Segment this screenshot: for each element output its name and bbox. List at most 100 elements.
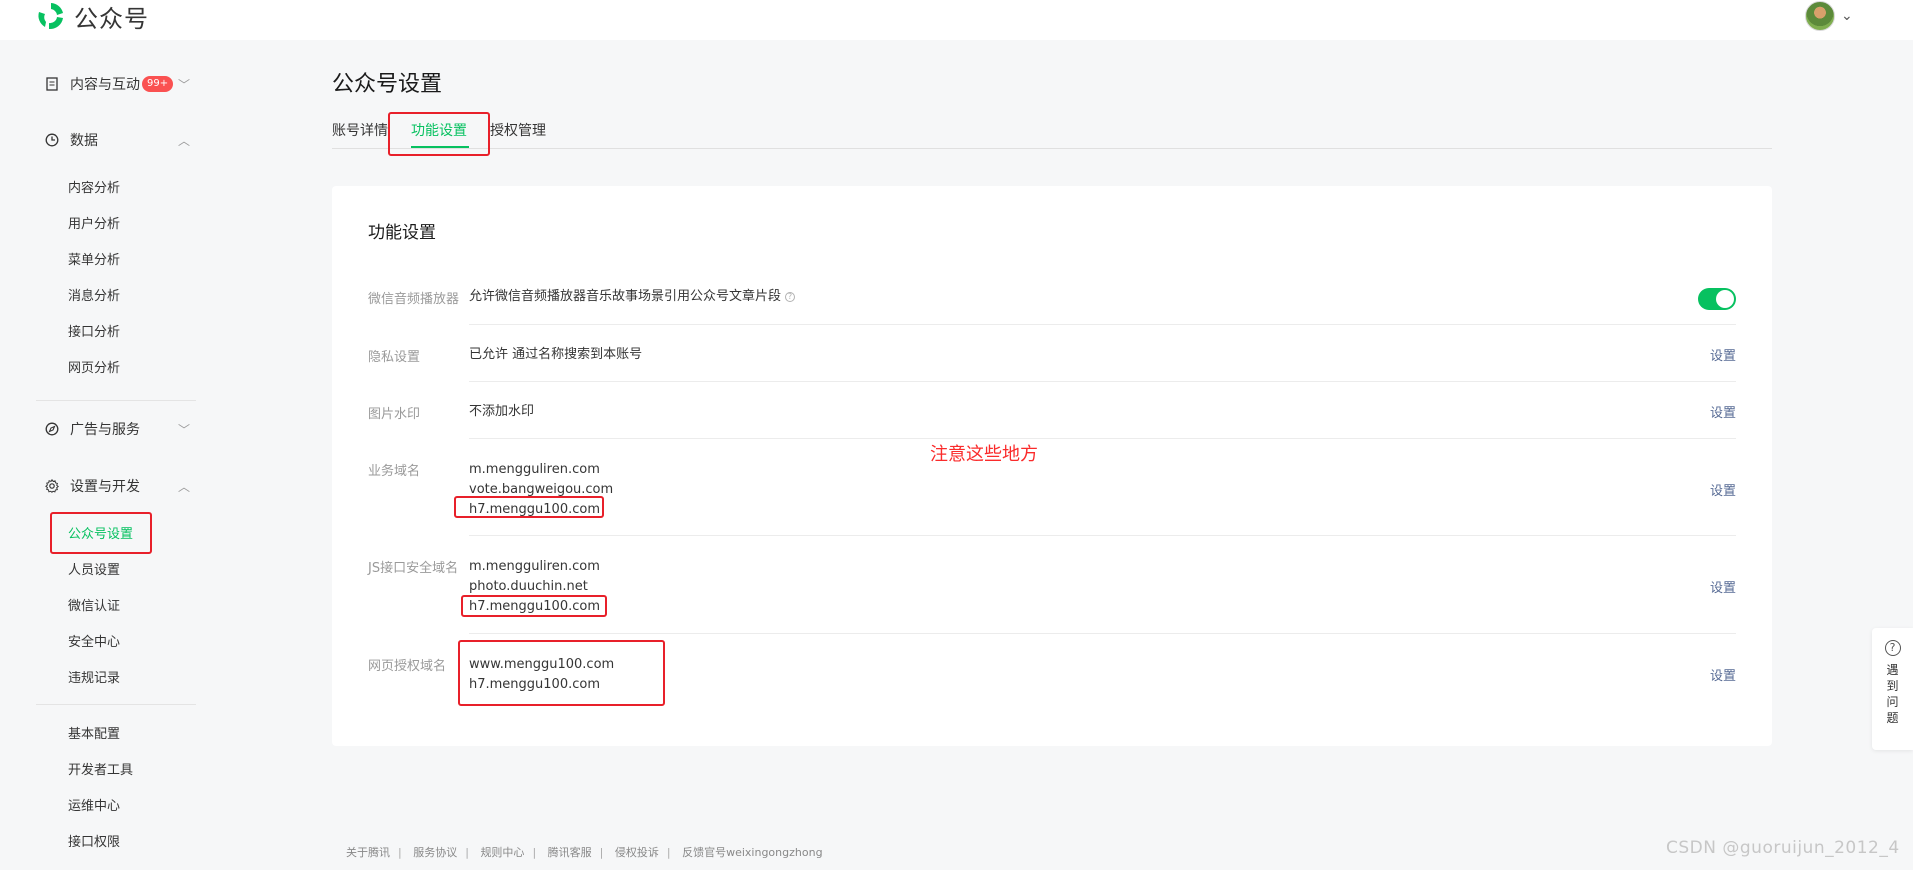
nav-group-settings: 设置与开发 ︿ 公众号设置 人员设置 微信认证 安全中心 违规记录: [36, 458, 196, 694]
row-value: 允许微信音频播放器音乐故事场景引用公众号文章片段?: [469, 287, 796, 307]
row-label: 业务域名: [368, 464, 421, 479]
sidebar-item-api-analysis[interactable]: 接口分析: [36, 312, 196, 348]
wechat-official-account-logo-icon: [37, 2, 65, 30]
annotation-box-oauth-domain: [458, 640, 665, 706]
sidebar-item-wechat-verification[interactable]: 微信认证: [36, 586, 196, 622]
sidebar-item-violation-records[interactable]: 违规记录: [36, 658, 196, 694]
footer-link-rules[interactable]: 规则中心: [480, 846, 524, 859]
chevron-up-icon: ︿: [177, 133, 190, 148]
privacy-settings-link[interactable]: 设置: [1710, 345, 1736, 364]
compass-icon: [44, 421, 60, 437]
footer-separator: |: [599, 846, 604, 859]
unread-badge: 99+: [142, 76, 174, 92]
sidebar-item-ops-center[interactable]: 运维中心: [36, 786, 196, 822]
help-float-button[interactable]: ? 遇到问题: [1872, 628, 1913, 750]
nav-label: 数据: [70, 133, 98, 149]
help-icon[interactable]: ?: [785, 292, 796, 302]
document-icon: [44, 76, 60, 92]
toggle-knob: [1716, 290, 1734, 308]
watermark-settings-link[interactable]: 设置: [1710, 402, 1736, 421]
footer-link-agreement[interactable]: 服务协议: [413, 846, 457, 859]
row-divider: [469, 535, 1736, 536]
chevron-down-icon: ﹀: [177, 422, 190, 437]
row-label: 图片水印: [368, 407, 421, 422]
tab-authorization-management[interactable]: 授权管理: [490, 120, 546, 140]
annotation-note: 注意这些地方: [930, 444, 1038, 465]
nav-group-dev: 基本配置 开发者工具 运维中心 接口权限: [36, 714, 196, 858]
domain-item: photo.duuchin.net: [469, 579, 588, 594]
footer-separator: |: [666, 846, 671, 859]
row-privacy: 隐私设置 已允许 通过名称搜索到本账号 设置: [368, 344, 1736, 368]
footer-link-about[interactable]: 关于腾讯: [346, 846, 390, 859]
sidebar-item-developer-tools[interactable]: 开发者工具: [36, 750, 196, 786]
nav-group-ads: 广告与服务 ﹀: [36, 401, 196, 457]
sidebar-item-web-analysis[interactable]: 网页分析: [36, 348, 196, 384]
chevron-down-icon: ﹀: [177, 77, 190, 92]
sidebar-item-security-center[interactable]: 安全中心: [36, 622, 196, 658]
footer-separator: |: [532, 846, 537, 859]
avatar[interactable]: [1805, 1, 1835, 31]
nav-group-content: 内容与互动 99+ ﹀: [36, 56, 196, 112]
sidebar-item-user-analysis[interactable]: 用户分析: [36, 204, 196, 240]
row-label: 隐私设置: [368, 350, 421, 365]
row-watermark: 图片水印 不添加水印 设置: [368, 401, 1736, 425]
domain-item: m.mengguliren.com: [469, 462, 600, 477]
nav-label: 广告与服务: [70, 422, 140, 438]
business-domain-settings-link[interactable]: 设置: [1710, 480, 1736, 499]
logo[interactable]: 公众号: [36, 0, 149, 33]
row-divider: [469, 633, 1736, 634]
audio-player-toggle[interactable]: [1698, 288, 1736, 310]
footer-link-feedback[interactable]: 反馈官号weixingongzhong: [682, 846, 822, 859]
help-float-label: 遇到问题: [1886, 663, 1899, 725]
row-value: 不添加水印: [469, 404, 535, 419]
footer-link-complaint[interactable]: 侵权投诉: [615, 846, 659, 859]
sidebar-item-basic-config[interactable]: 基本配置: [36, 714, 196, 750]
domain-item: m.mengguliren.com: [469, 559, 600, 574]
nav-head-content-interaction[interactable]: 内容与互动 99+ ﹀: [36, 56, 196, 112]
row-divider: [469, 324, 1736, 325]
watermark: CSDN @guoruijun_2012_4: [1666, 838, 1900, 858]
row-divider: [469, 381, 1736, 382]
nav-group-data: 数据 ︿ 内容分析 用户分析 菜单分析 消息分析 接口分析 网页分析: [36, 112, 196, 384]
chevron-down-icon[interactable]: ⌄: [1841, 8, 1853, 24]
sidebar-item-api-permissions[interactable]: 接口权限: [36, 822, 196, 858]
account-menu[interactable]: ⌄: [1805, 1, 1853, 31]
row-label: JS接口安全域名: [368, 561, 459, 576]
logo-text: 公众号: [74, 4, 149, 33]
row-divider: [469, 438, 1736, 439]
sidebar: 内容与互动 99+ ﹀ 数据 ︿ 内容分析 用户分析 菜单分析 消息分析 接口分…: [0, 40, 200, 870]
sidebar-item-menu-analysis[interactable]: 菜单分析: [36, 240, 196, 276]
tab-account-details[interactable]: 账号详情: [332, 120, 388, 140]
audio-player-description: 允许微信音频播放器音乐故事场景引用公众号文章片段: [469, 289, 782, 304]
js-domain-settings-link[interactable]: 设置: [1710, 577, 1736, 596]
row-audio-player: 微信音频播放器 允许微信音频播放器音乐故事场景引用公众号文章片段?: [368, 286, 1736, 312]
row-label: 网页授权域名: [368, 659, 447, 674]
sidebar-item-content-analysis[interactable]: 内容分析: [36, 168, 196, 204]
sidebar-item-message-analysis[interactable]: 消息分析: [36, 276, 196, 312]
footer-separator: |: [398, 846, 402, 859]
chevron-up-icon: ︿: [177, 479, 190, 494]
sidebar-item-staff-settings[interactable]: 人员设置: [36, 550, 196, 586]
tab-bar: 账号详情 功能设置 授权管理: [332, 117, 1772, 149]
annotation-box-business-domain: [454, 496, 604, 518]
footer-link-support[interactable]: 腾讯客服: [548, 846, 592, 859]
clock-icon: [44, 132, 60, 148]
top-bar: 公众号 ⌄: [0, 0, 1913, 40]
footer: 关于腾讯 | 服务协议 | 规则中心 | 腾讯客服 | 侵权投诉 | 反馈官号weixin…: [346, 844, 823, 860]
row-value: 已允许 通过名称搜索到本账号: [469, 347, 643, 362]
sidebar-divider: [36, 704, 196, 705]
nav-label: 内容与互动: [70, 77, 140, 93]
card-title: 功能设置: [368, 223, 436, 243]
nav-head-data[interactable]: 数据 ︿: [36, 112, 196, 168]
nav-head-ads-services[interactable]: 广告与服务 ﹀: [36, 401, 196, 457]
annotation-box-tab: [388, 112, 490, 156]
nav-head-settings-dev[interactable]: 设置与开发 ︿: [36, 458, 196, 514]
annotation-box-sidebar: [50, 512, 152, 554]
gear-icon: [44, 478, 60, 494]
oauth-domain-settings-link[interactable]: 设置: [1710, 665, 1736, 684]
annotation-box-js-domain: [461, 595, 607, 617]
page-title: 公众号设置: [332, 72, 443, 97]
nav-label: 设置与开发: [70, 479, 140, 495]
question-icon: ?: [1884, 640, 1901, 656]
footer-separator: |: [465, 846, 469, 859]
